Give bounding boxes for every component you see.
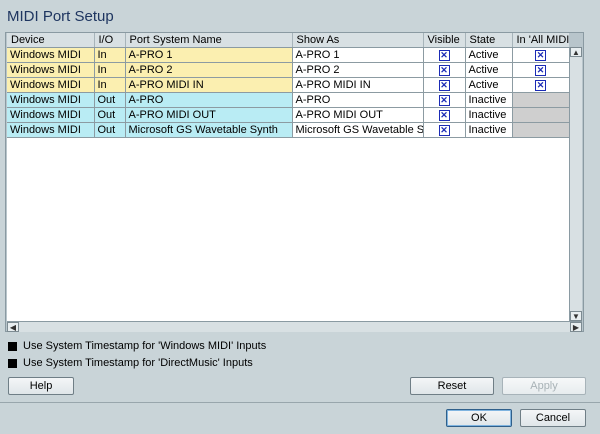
device-cell: Windows MIDI — [7, 107, 95, 123]
io-cell: Out — [94, 92, 126, 108]
column-header-all-midi-in[interactable]: In 'All MIDI In — [512, 33, 569, 48]
timestamp-windows-label: Use System Timestamp for 'Windows MIDI' … — [23, 340, 267, 352]
visible-checkbox[interactable]: ✕ — [438, 94, 450, 106]
ok-button[interactable]: OK — [446, 409, 512, 427]
cancel-button[interactable]: Cancel — [520, 409, 586, 427]
show-as-cell[interactable]: A-PRO 2 — [292, 62, 424, 78]
port-table: Device I/O Port System Name Show As Visi… — [7, 33, 569, 138]
column-header-visible[interactable]: Visible — [423, 33, 466, 48]
window-title: MIDI Port Setup — [7, 8, 114, 25]
scroll-right-icon[interactable]: ▶ — [570, 322, 582, 332]
table-row[interactable]: Windows MIDI In A-PRO MIDI IN A-PRO MIDI IN… — [7, 77, 569, 93]
column-header-port-system-name[interactable]: Port System Name — [125, 33, 293, 48]
column-header-show-as[interactable]: Show As — [292, 33, 424, 48]
all-midi-in-checkbox[interactable]: ✕ — [535, 49, 546, 61]
visible-cell: ✕ — [423, 92, 466, 108]
io-cell: Out — [94, 122, 126, 138]
horizontal-scrollbar[interactable]: ◀ ▶ — [7, 321, 582, 332]
device-cell: Windows MIDI — [7, 47, 95, 63]
device-cell: Windows MIDI — [7, 62, 95, 78]
all-midi-in-cell[interactable]: ✕ — [512, 47, 569, 63]
column-header-state[interactable]: State — [465, 33, 513, 48]
port-system-name-cell: A-PRO MIDI IN — [125, 77, 293, 93]
table-row[interactable]: Windows MIDI Out A-PRO A-PRO ✕ Inactive — [7, 92, 569, 108]
all-midi-in-cell — [512, 92, 569, 108]
all-midi-in-cell — [512, 122, 569, 138]
show-as-cell[interactable]: A-PRO 1 — [292, 47, 424, 63]
timestamp-windows-option[interactable]: Use System Timestamp for 'Windows MIDI' … — [8, 340, 266, 352]
state-cell[interactable]: Active — [465, 47, 513, 63]
timestamp-directmusic-checkbox[interactable] — [8, 358, 17, 368]
reset-button[interactable]: Reset — [410, 377, 494, 395]
io-cell: In — [94, 47, 126, 63]
io-cell: In — [94, 62, 126, 78]
scroll-left-icon[interactable]: ◀ — [7, 322, 19, 332]
all-midi-in-checkbox[interactable]: ✕ — [535, 79, 546, 91]
visible-checkbox[interactable]: ✕ — [438, 79, 450, 91]
state-cell[interactable]: Inactive — [465, 122, 513, 138]
all-midi-in-cell[interactable]: ✕ — [512, 62, 569, 78]
port-system-name-cell: A-PRO — [125, 92, 293, 108]
port-table-viewport: Device I/O Port System Name Show As Visi… — [7, 33, 569, 321]
scroll-up-icon[interactable]: ▲ — [570, 47, 582, 57]
state-cell[interactable]: Inactive — [465, 92, 513, 108]
port-system-name-cell: A-PRO 1 — [125, 47, 293, 63]
io-cell: Out — [94, 107, 126, 123]
table-row[interactable]: Windows MIDI In A-PRO 1 A-PRO 1 ✕ Active ✕ — [7, 47, 569, 63]
table-header-row: Device I/O Port System Name Show As Visi… — [7, 33, 569, 48]
all-midi-in-cell[interactable]: ✕ — [512, 77, 569, 93]
port-system-name-cell: A-PRO MIDI OUT — [125, 107, 293, 123]
visible-checkbox[interactable]: ✕ — [438, 64, 450, 76]
port-system-name-cell: A-PRO 2 — [125, 62, 293, 78]
visible-cell: ✕ — [423, 107, 466, 123]
visible-checkbox[interactable]: ✕ — [438, 109, 450, 121]
visible-cell: ✕ — [423, 77, 466, 93]
state-cell[interactable]: Active — [465, 62, 513, 78]
visible-checkbox[interactable]: ✕ — [438, 124, 450, 136]
scroll-down-icon[interactable]: ▼ — [570, 311, 582, 321]
apply-button[interactable]: Apply — [502, 377, 586, 395]
state-cell[interactable]: Active — [465, 77, 513, 93]
column-header-device[interactable]: Device — [7, 33, 95, 48]
footer-divider — [0, 402, 600, 403]
io-cell: In — [94, 77, 126, 93]
vertical-scrollbar[interactable]: ▲ ▼ — [569, 47, 582, 321]
timestamp-windows-checkbox[interactable] — [8, 341, 17, 351]
table-row[interactable]: Windows MIDI Out Microsoft GS Wavetable Sy… — [7, 122, 569, 138]
device-cell: Windows MIDI — [7, 92, 95, 108]
visible-checkbox[interactable]: ✕ — [438, 49, 450, 61]
table-row[interactable]: Windows MIDI In A-PRO 2 A-PRO 2 ✕ Active ✕ — [7, 62, 569, 78]
port-system-name-cell: Microsoft GS Wavetable Synth — [125, 122, 293, 138]
show-as-cell[interactable]: A-PRO MIDI OUT — [292, 107, 424, 123]
visible-cell: ✕ — [423, 62, 466, 78]
device-cell: Windows MIDI — [7, 77, 95, 93]
show-as-cell[interactable]: A-PRO — [292, 92, 424, 108]
all-midi-in-cell — [512, 107, 569, 123]
state-cell[interactable]: Inactive — [465, 107, 513, 123]
show-as-cell[interactable]: Microsoft GS Wavetable Synth — [292, 122, 424, 138]
timestamp-directmusic-option[interactable]: Use System Timestamp for 'DirectMusic' I… — [8, 357, 253, 369]
table-row[interactable]: Windows MIDI Out A-PRO MIDI OUT A-PRO MIDI … — [7, 107, 569, 123]
timestamp-directmusic-label: Use System Timestamp for 'DirectMusic' I… — [23, 357, 253, 369]
all-midi-in-checkbox[interactable]: ✕ — [535, 64, 546, 76]
visible-cell: ✕ — [423, 122, 466, 138]
column-header-io[interactable]: I/O — [94, 33, 126, 48]
device-cell: Windows MIDI — [7, 122, 95, 138]
help-button[interactable]: Help — [8, 377, 74, 395]
visible-cell: ✕ — [423, 47, 466, 63]
show-as-cell[interactable]: A-PRO MIDI IN — [292, 77, 424, 93]
